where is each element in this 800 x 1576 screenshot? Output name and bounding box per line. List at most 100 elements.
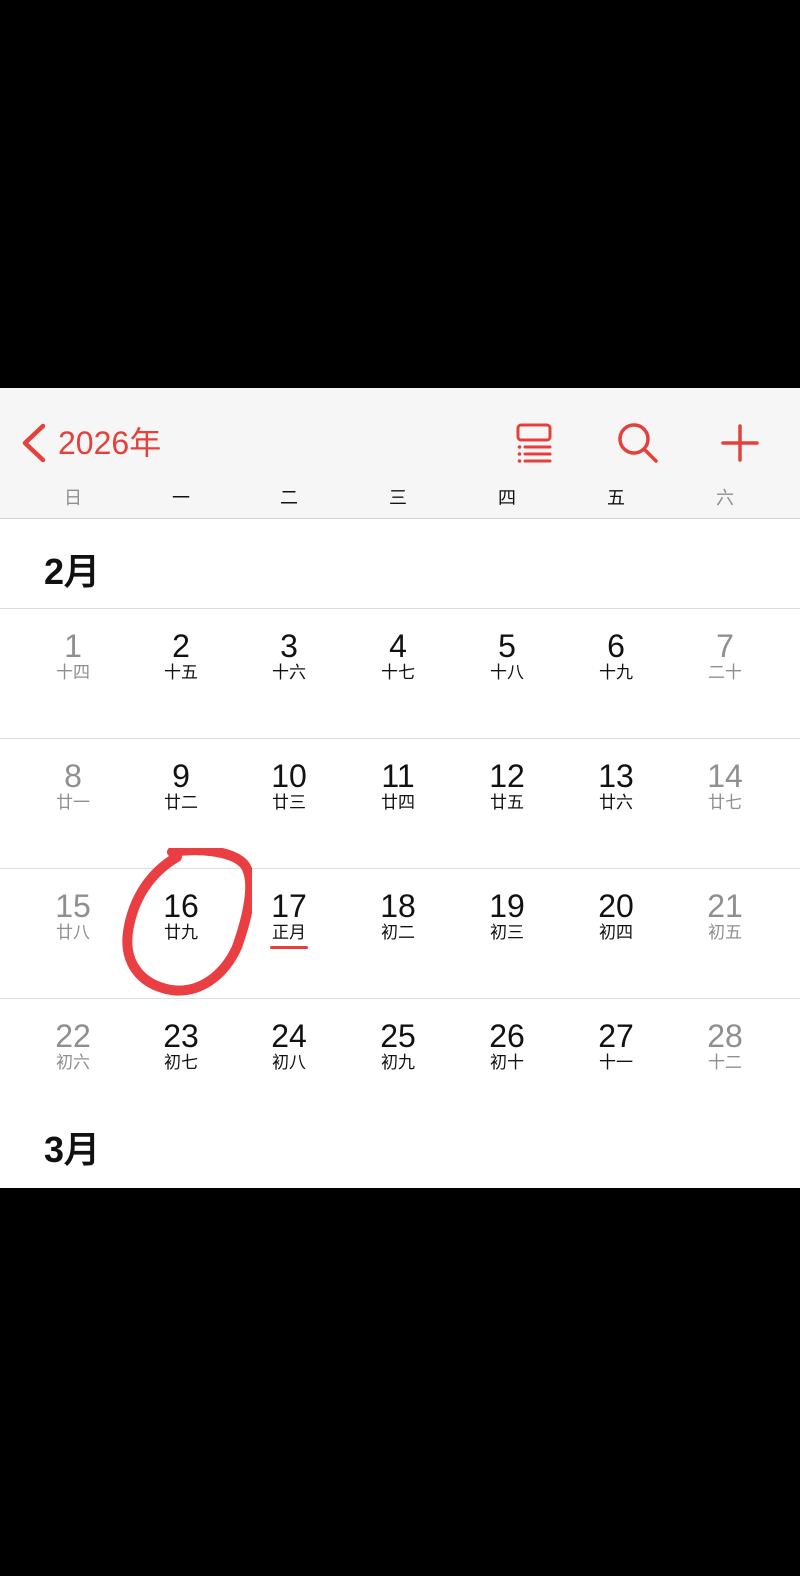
day-number: 9 [172, 758, 190, 794]
lunar-date: 初十 [490, 1053, 524, 1073]
day-cell[interactable]: 21 初五 [675, 869, 775, 997]
lunar-date: 十九 [599, 663, 633, 683]
day-number: 5 [498, 628, 516, 664]
month-title: 2月 [44, 551, 101, 592]
lunar-date: 廿八 [56, 923, 90, 943]
day-cell[interactable]: 7 二十 [675, 609, 775, 737]
day-number: 11 [381, 758, 415, 794]
list-view-icon [516, 423, 552, 463]
day-cell[interactable]: 9 廿二 [131, 739, 231, 867]
day-cell[interactable]: 4 十七 [348, 609, 448, 737]
lunar-date: 十四 [56, 663, 90, 683]
day-number: 4 [389, 628, 407, 664]
day-cell[interactable]: 3 十六 [239, 609, 339, 737]
day-number: 7 [716, 628, 734, 664]
lunar-date: 廿九 [164, 923, 198, 943]
day-cell[interactable]: 25 初九 [348, 999, 448, 1127]
day-cell[interactable]: 10 廿三 [239, 739, 339, 867]
day-cell[interactable]: 18 初二 [348, 869, 448, 997]
back-to-year-button[interactable]: 2026年 [16, 408, 161, 478]
lunar-date: 初四 [599, 923, 633, 943]
day-number: 10 [271, 758, 307, 794]
day-number: 13 [598, 758, 634, 794]
day-number: 2 [172, 628, 190, 664]
day-cell[interactable]: 26 初十 [457, 999, 557, 1127]
weekday-label: 三 [389, 488, 407, 508]
lunar-date: 正月 [272, 923, 306, 943]
week-row: 22 初六 23 初七 24 初八 25 初九 26 初十 27 十一 28 十… [0, 998, 800, 1129]
day-number: 26 [489, 1018, 525, 1054]
chevron-left-icon [22, 423, 46, 463]
day-cell[interactable]: 2 十五 [131, 609, 231, 737]
day-cell[interactable]: 22 初六 [23, 999, 123, 1127]
weekday-label: 六 [716, 488, 734, 508]
lunar-date: 廿四 [381, 793, 415, 813]
lunar-date: 廿七 [708, 793, 742, 813]
lunar-date: 初二 [381, 923, 415, 943]
lunar-date: 廿六 [599, 793, 633, 813]
lunar-date: 十八 [490, 663, 524, 683]
day-cell[interactable]: 17 正月 [239, 869, 339, 997]
bottom-black-bar [0, 1188, 800, 1576]
lunar-date: 廿二 [164, 793, 198, 813]
day-cell[interactable]: 15 廿八 [23, 869, 123, 997]
lunar-date: 初六 [56, 1053, 90, 1073]
weekday-header-row: 日 一 二 三 四 五 六 [0, 486, 800, 510]
day-cell[interactable]: 13 廿六 [566, 739, 666, 867]
day-cell[interactable]: 20 初四 [566, 869, 666, 997]
day-number: 25 [380, 1018, 416, 1054]
calendar-app: 2026年 日 一 二 三 四 五 六 2月 1 十四 2 十五 3 十六 4 … [0, 388, 800, 1188]
day-number: 14 [707, 758, 743, 794]
day-cell[interactable]: 11 廿四 [348, 739, 448, 867]
festival-underline [270, 946, 308, 949]
lunar-date: 初三 [490, 923, 524, 943]
day-cell[interactable]: 12 廿五 [457, 739, 557, 867]
lunar-date: 十七 [381, 663, 415, 683]
lunar-date: 十二 [708, 1053, 742, 1073]
add-event-button[interactable] [713, 416, 767, 470]
lunar-date: 初九 [381, 1053, 415, 1073]
day-number: 1 [64, 628, 82, 664]
search-button[interactable] [611, 416, 665, 470]
day-number: 21 [707, 888, 743, 924]
calendar-header: 2026年 日 一 二 三 四 五 六 [0, 388, 800, 519]
lunar-date: 廿三 [272, 793, 306, 813]
day-number: 27 [598, 1018, 634, 1054]
day-cell[interactable]: 14 廿七 [675, 739, 775, 867]
day-cell[interactable]: 24 初八 [239, 999, 339, 1127]
week-row: 1 十四 2 十五 3 十六 4 十七 5 十八 6 十九 7 二十 [0, 608, 800, 739]
week-row: 15 廿八 16 廿九 17 正月 18 初二 19 初三 20 初四 21 初… [0, 868, 800, 999]
day-number: 22 [55, 1018, 91, 1054]
day-number: 6 [607, 628, 625, 664]
day-cell[interactable]: 6 十九 [566, 609, 666, 737]
day-number: 8 [64, 758, 82, 794]
lunar-date: 十六 [272, 663, 306, 683]
day-cell[interactable]: 1 十四 [23, 609, 123, 737]
day-cell[interactable]: 5 十八 [457, 609, 557, 737]
lunar-date: 初五 [708, 923, 742, 943]
lunar-date: 廿一 [56, 793, 90, 813]
day-number: 16 [163, 888, 199, 924]
day-cell[interactable]: 19 初三 [457, 869, 557, 997]
weekday-label: 四 [498, 488, 516, 508]
day-cell[interactable]: 23 初七 [131, 999, 231, 1127]
list-view-button[interactable] [507, 416, 561, 470]
lunar-date: 十五 [164, 663, 198, 683]
day-number: 20 [598, 888, 634, 924]
day-number: 28 [707, 1018, 743, 1054]
day-number: 12 [489, 758, 525, 794]
day-cell[interactable]: 28 十二 [675, 999, 775, 1127]
weekday-label: 二 [280, 488, 298, 508]
search-icon [618, 423, 658, 463]
top-black-bar [0, 0, 800, 388]
day-cell[interactable]: 16 廿九 [131, 869, 231, 997]
month-title: 3月 [44, 1129, 101, 1170]
weekday-label: 五 [607, 488, 625, 508]
year-label: 2026年 [58, 425, 162, 461]
lunar-date: 初七 [164, 1053, 198, 1073]
day-cell[interactable]: 8 廿一 [23, 739, 123, 867]
lunar-date: 初八 [272, 1053, 306, 1073]
plus-icon [721, 424, 759, 462]
day-cell[interactable]: 27 十一 [566, 999, 666, 1127]
day-number: 3 [280, 628, 298, 664]
